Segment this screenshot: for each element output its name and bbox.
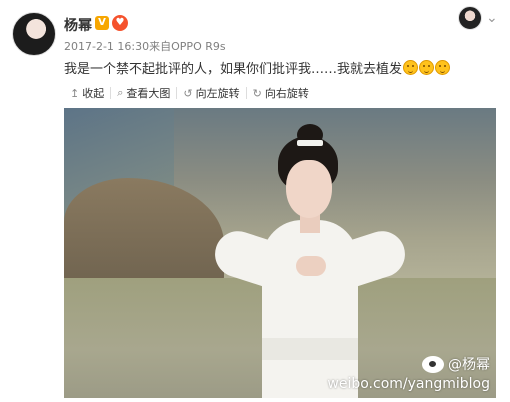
rotate-left-icon: ↺ [183, 86, 193, 100]
menu-avatar[interactable] [458, 6, 482, 30]
emoji-icon [419, 60, 435, 75]
emoji-icon [435, 60, 451, 75]
collapse-label: 收起 [82, 87, 105, 100]
post-image[interactable]: @杨幂 weibo.com/yangmiblog [64, 108, 496, 398]
image-toolbar: ↥ 收起 ⌕ 查看大图 ↺ 向左旋转 ↻ 向右旋转 [64, 82, 315, 104]
rotate-left-button[interactable]: ↺ 向左旋转 [177, 85, 245, 101]
post-source[interactable]: OPPO R9s [171, 40, 225, 53]
weibo-post: 杨幂 V ♥ ⌄ 2017-2-1 16:30来自OPPO R9s 我是一个禁不… [0, 0, 510, 402]
view-large-label: 查看大图 [126, 87, 171, 100]
rotate-right-icon: ↻ [252, 86, 262, 100]
photo-figure-face [286, 160, 332, 218]
chevron-down-icon[interactable]: ⌄ [486, 10, 498, 26]
avatar[interactable] [12, 12, 56, 56]
username[interactable]: 杨幂 [64, 15, 92, 35]
collapse-icon: ↥ [70, 86, 80, 100]
member-icon[interactable]: ♥ [112, 15, 128, 31]
rotate-left-label: 向左旋转 [195, 87, 240, 100]
photo-rock [64, 178, 224, 288]
rotate-right-button[interactable]: ↻ 向右旋转 [247, 85, 315, 101]
photo-figure-hairband [297, 140, 323, 146]
watermark-url: weibo.com/yangmiblog [327, 376, 490, 392]
post-text-content: 我是一个禁不起批评的人，如果你们批评我……我就去植发 [64, 62, 403, 77]
emoji-icon [403, 60, 419, 75]
post-date[interactable]: 2017-2-1 16:30 [64, 40, 149, 53]
source-prefix: 来自 [149, 40, 172, 53]
rotate-right-label: 向右旋转 [264, 87, 309, 100]
vip-badge-icon[interactable]: V [95, 16, 109, 30]
zoom-icon: ⌕ [117, 86, 124, 99]
post-text: 我是一个禁不起批评的人，如果你们批评我……我就去植发 [64, 58, 451, 77]
weibo-logo-icon [422, 355, 444, 373]
photo-figure-hands [296, 256, 326, 276]
image-watermark: @杨幂 weibo.com/yangmiblog [327, 354, 490, 392]
post-meta: 2017-2-1 16:30来自OPPO R9s [64, 38, 226, 54]
watermark-handle: @杨幂 [448, 357, 490, 373]
view-large-button[interactable]: ⌕ 查看大图 [111, 85, 176, 101]
collapse-button[interactable]: ↥ 收起 [64, 85, 110, 101]
